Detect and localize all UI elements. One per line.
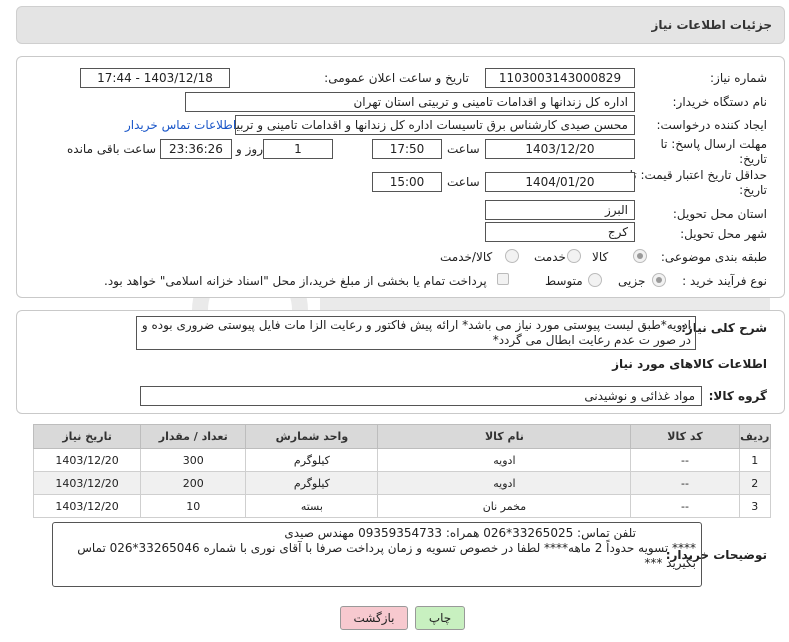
need-number-field[interactable]: 1103003143000829 xyxy=(485,68,635,88)
city-label: شهر محل تحویل: xyxy=(680,227,767,241)
announce-datetime-field[interactable]: 1403/12/18 - 17:44 xyxy=(80,68,230,88)
days-label: روز و xyxy=(236,142,263,156)
col-header-code: کد کالا xyxy=(630,424,740,449)
cell-unit: کیلوگرم xyxy=(245,448,379,472)
deadline-label: مهلت ارسال پاسخ: تا تاریخ: xyxy=(660,137,767,166)
remaining-label: ساعت باقی مانده xyxy=(67,142,157,156)
goods-section-title: اطلاعات کالاهای مورد نیاز xyxy=(612,357,767,371)
cell-date: 1403/12/20 xyxy=(32,448,142,472)
validity-time-label: ساعت xyxy=(447,175,480,189)
buyer-contact-link[interactable]: اطلاعات تماس خریدار xyxy=(125,118,236,132)
category-radio-goods[interactable] xyxy=(633,249,647,263)
cell-code: -- xyxy=(630,471,740,495)
buyer-notes-contact: تلفن تماس: 33265025*026 همراه: 093593547… xyxy=(284,526,636,540)
cell-row: 2 xyxy=(738,471,772,495)
col-header-name: نام کالا xyxy=(377,424,632,449)
category-radio-service[interactable] xyxy=(567,249,581,263)
city-field[interactable]: کرج xyxy=(485,222,635,242)
province-label: استان محل تحویل: xyxy=(672,207,767,221)
category-option-both: کالا/خدمت xyxy=(440,250,493,264)
treasury-payment-checkbox[interactable] xyxy=(497,273,509,285)
cell-quantity: 10 xyxy=(140,494,247,518)
buyer-notes-textarea[interactable]: تلفن تماس: 33265025*026 همراه: 093593547… xyxy=(52,522,702,587)
validity-label: حداقل تاریخ اعتبار قیمت: تا تاریخ: xyxy=(629,168,767,197)
process-label: نوع فرآیند خرید : xyxy=(682,274,767,288)
cell-unit: بسته xyxy=(245,494,379,518)
deadline-time-field[interactable]: 17:50 xyxy=(372,139,442,159)
creator-field[interactable]: محسن صیدی کارشناس برق تاسیسات اداره کل ز… xyxy=(235,115,635,135)
process-option-minor: جزیی xyxy=(618,274,646,288)
page-header: جزئیات اطلاعات نیاز xyxy=(16,6,785,44)
announce-label: تاریخ و ساعت اعلان عمومی: xyxy=(324,71,469,85)
category-radio-both[interactable] xyxy=(505,249,519,263)
process-radio-medium[interactable] xyxy=(588,273,602,287)
cell-row: 3 xyxy=(738,494,772,518)
creator-label: ایجاد کننده درخواست: xyxy=(656,118,767,132)
cell-name: ادویه xyxy=(377,471,632,495)
cell-unit: کیلوگرم xyxy=(245,471,379,495)
category-option-service: خدمت xyxy=(534,250,566,264)
print-button[interactable]: چاپ xyxy=(415,606,465,630)
description-textarea[interactable]: ادویه*طبق لیست پیوستی مورد نیاز می باشد*… xyxy=(136,316,696,350)
need-number-label: شماره نیاز: xyxy=(710,71,767,85)
back-button[interactable]: بازگشت xyxy=(340,606,408,630)
goods-group-label: گروه کالا: xyxy=(708,389,767,403)
validity-time-field[interactable]: 15:00 xyxy=(372,172,442,192)
cell-date: 1403/12/20 xyxy=(32,494,142,518)
buyer-org-field[interactable]: اداره کل زندانها و اقدامات تامینی و تربی… xyxy=(185,92,635,112)
cell-quantity: 300 xyxy=(140,448,247,472)
col-header-date: تاریخ نیاز xyxy=(32,424,142,449)
goods-table: ردیف کد کالا نام کالا واحد شمارش تعداد /… xyxy=(32,424,772,518)
deadline-time-label: ساعت xyxy=(447,142,480,156)
cell-name: مخمر نان xyxy=(377,494,632,518)
cell-name: ادویه xyxy=(377,448,632,472)
buyer-org-label: نام دستگاه خریدار: xyxy=(672,95,768,109)
table-header-row: ردیف کد کالا نام کالا واحد شمارش تعداد /… xyxy=(32,424,772,449)
days-remaining-field[interactable]: 1 xyxy=(263,139,333,159)
cell-code: -- xyxy=(630,448,740,472)
col-header-quantity: تعداد / مقدار xyxy=(140,424,247,449)
cell-code: -- xyxy=(630,494,740,518)
cell-row: 1 xyxy=(738,448,772,472)
province-field[interactable]: البرز xyxy=(485,200,635,220)
process-radio-minor[interactable] xyxy=(652,273,666,287)
validity-date-field[interactable]: 1404/01/20 xyxy=(485,172,635,192)
table-row[interactable]: 2 -- ادویه کیلوگرم 200 1403/12/20 xyxy=(32,471,772,495)
col-header-unit: واحد شمارش xyxy=(245,424,379,449)
col-header-row: ردیف xyxy=(738,424,772,449)
treasury-payment-note: پرداخت تمام یا بخشی از مبلغ خرید،از محل … xyxy=(104,274,487,288)
cell-quantity: 200 xyxy=(140,471,247,495)
page-title: جزئیات اطلاعات نیاز xyxy=(651,18,772,32)
remaining-time-field[interactable]: 23:36:26 xyxy=(160,139,232,159)
goods-group-field[interactable]: مواد غذائی و نوشیدنی xyxy=(140,386,702,406)
category-label: طبقه بندی موضوعی: xyxy=(660,250,767,264)
table-row[interactable]: 3 -- مخمر نان بسته 10 1403/12/20 xyxy=(32,494,772,518)
cell-date: 1403/12/20 xyxy=(32,471,142,495)
buyer-notes-settlement: **** تسویه حدوداً 2 ماهه**** لطفا در خصو… xyxy=(77,541,696,570)
category-option-goods: کالا xyxy=(592,250,609,264)
deadline-date-field[interactable]: 1403/12/20 xyxy=(485,139,635,159)
process-option-medium: متوسط xyxy=(545,274,583,288)
table-row[interactable]: 1 -- ادویه کیلوگرم 300 1403/12/20 xyxy=(32,448,772,472)
